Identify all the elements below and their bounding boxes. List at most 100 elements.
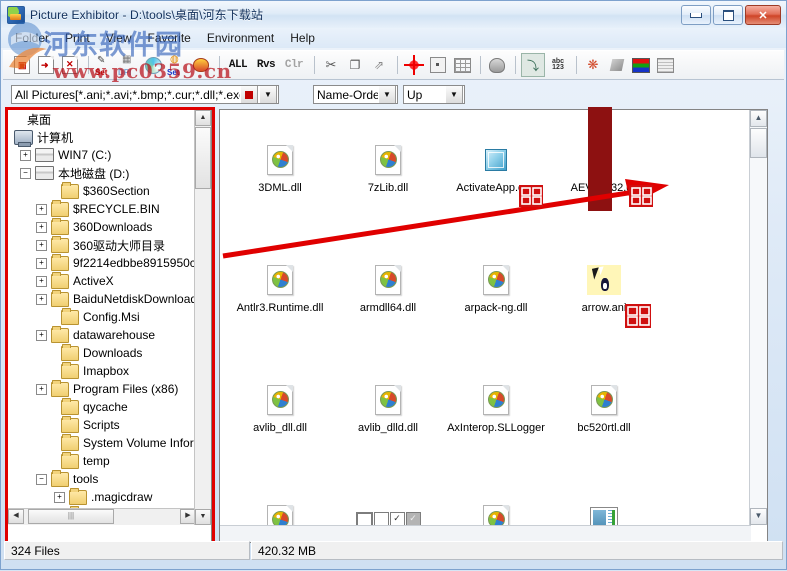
tree-node-win7-c[interactable]: + WIN7 (C:) — [8, 146, 196, 164]
close-image-button[interactable]: ✕ — [59, 54, 81, 76]
select-all-button[interactable]: ALL — [225, 54, 251, 76]
close-button[interactable]: ✕ — [745, 5, 781, 25]
menu-item-print[interactable]: Print — [57, 29, 98, 47]
file-filter-stop-button[interactable] — [240, 85, 258, 104]
folder-tree[interactable]: 桌面 计算机 + WIN7 (C:) − 本地磁盘 (D:) $360Secti… — [8, 110, 196, 525]
rgb-button[interactable] — [630, 54, 652, 76]
file-scroll-up-button[interactable]: ▲ — [750, 110, 767, 127]
reverse-select-button[interactable]: Rvs — [253, 54, 279, 76]
open-image-button[interactable]: ▣ — [11, 54, 33, 76]
clear-select-button[interactable]: Clr — [281, 54, 307, 76]
tree-horizontal-scrollbar[interactable]: ◀ ||| ▶ — [8, 508, 196, 525]
file-item[interactable]: avlib_dlld.dll — [334, 378, 442, 434]
file-scroll-down-button[interactable]: ▼ — [750, 508, 767, 525]
file-list-panel[interactable]: 3DML.dll 7zLib.dll ActivateApp.exe AEVIS… — [219, 109, 768, 543]
tree-node-program-files-x86[interactable]: + Program Files (x86) — [8, 380, 196, 398]
minimize-button[interactable] — [681, 5, 711, 25]
tree-node-config-msi[interactable]: Config.Msi — [8, 308, 196, 326]
tree-node-system-volume-information[interactable]: System Volume Information — [8, 434, 196, 452]
file-item[interactable]: arpack-ng.dll — [442, 258, 550, 314]
file-item[interactable]: AxInterop.SLLogger — [442, 378, 550, 434]
tree-expander-icon[interactable]: − — [36, 474, 47, 485]
bulb-button[interactable] — [190, 54, 212, 76]
center-button[interactable] — [427, 54, 449, 76]
tree-expander-icon[interactable]: + — [20, 150, 31, 161]
file-vscroll-thumb[interactable] — [750, 128, 767, 158]
menu-item-environment[interactable]: Environment — [199, 29, 282, 47]
file-item[interactable]: bc520rtl.dll — [550, 378, 658, 434]
tree-expander-icon[interactable]: + — [36, 258, 47, 269]
file-item[interactable]: arrow.ani — [550, 258, 658, 314]
file-item[interactable]: armdll64.dll — [334, 258, 442, 314]
file-filter-combo[interactable]: All Pictures[*.ani;*.avi;*.bmp;*.cur;*.d… — [11, 85, 279, 104]
tree-node-computer[interactable]: 计算机 — [8, 128, 196, 146]
mask-button[interactable] — [486, 54, 508, 76]
tree-vscroll-thumb[interactable] — [195, 127, 211, 189]
tree-node-activex[interactable]: + ActiveX — [8, 272, 196, 290]
sort-order-combo[interactable]: Name-Order ▼ — [313, 85, 398, 104]
tree-node-temp[interactable]: temp — [8, 452, 196, 470]
menu-item-favorite[interactable]: Favorite — [140, 29, 199, 47]
file-filter-dropdown-arrow[interactable]: ▼ — [259, 85, 277, 104]
brightness-button[interactable] — [403, 54, 425, 76]
file-pane-horizontal-scrollbar[interactable] — [220, 525, 751, 542]
numbering-button[interactable]: abc123 — [547, 54, 569, 76]
tree-hscroll-thumb[interactable]: ||| — [28, 509, 114, 524]
effects-button[interactable]: ❋ — [582, 54, 604, 76]
tree-node-tools[interactable]: − tools — [8, 470, 196, 488]
shadow-button[interactable] — [606, 54, 628, 76]
tree-node-scripts[interactable]: Scripts — [8, 416, 196, 434]
copy-button[interactable]: ❐ — [344, 54, 366, 76]
menu-item-help[interactable]: Help — [282, 29, 323, 47]
tree-scroll-down-button[interactable]: ▼ — [195, 509, 211, 525]
tree-expander-icon[interactable]: + — [36, 384, 47, 395]
tile-button[interactable] — [451, 54, 473, 76]
tree-node-downloads[interactable]: Downloads — [8, 344, 196, 362]
tree-node-360downloads[interactable]: + 360Downloads — [8, 218, 196, 236]
file-item[interactable]: avlib_dll.dll — [226, 378, 334, 434]
sort-order-dropdown-arrow[interactable]: ▼ — [378, 85, 396, 104]
sort-direction-dropdown-arrow[interactable]: ▼ — [445, 85, 463, 104]
save-image-button[interactable]: ➜ — [35, 54, 57, 76]
tree-node-imapbox[interactable]: Imapbox — [8, 362, 196, 380]
menu-item-folder[interactable]: Folder — [7, 29, 57, 47]
thumbnail-button[interactable] — [654, 54, 676, 76]
cut-button[interactable]: ✂ — [320, 54, 342, 76]
tree-node-9f2214edbbe8915950c0[interactable]: + 9f2214edbbe8915950c0 — [8, 254, 196, 272]
tree-vertical-scrollbar[interactable]: ▲ ▼ — [194, 110, 211, 525]
tree-expander-icon[interactable]: + — [36, 330, 47, 341]
maximize-button[interactable] — [713, 5, 743, 25]
tree-scroll-up-button[interactable]: ▲ — [195, 110, 211, 126]
tree-expander-icon[interactable]: + — [36, 294, 47, 305]
tree-expander-icon[interactable]: − — [20, 168, 31, 179]
paste-button[interactable]: ⇗ — [368, 54, 390, 76]
tree-node-360-driver-dir[interactable]: + 360驱动大师目录 — [8, 236, 196, 254]
tree-expander-icon[interactable]: + — [54, 492, 65, 503]
palette-button[interactable] — [142, 54, 164, 76]
dpi-button[interactable]: ▦ DPI — [118, 54, 140, 76]
set-color-button[interactable]: ◍ Set — [166, 54, 188, 76]
file-item[interactable]: 3DML.dll — [226, 138, 334, 194]
file-item[interactable]: AEVISU32.dll — [550, 138, 658, 194]
tree-node-datawarehouse[interactable]: + datawarehouse — [8, 326, 196, 344]
rename-button[interactable]: ⤵ — [521, 53, 545, 77]
sort-direction-combo[interactable]: Up ▼ — [403, 85, 465, 104]
file-item[interactable]: 7zLib.dll — [334, 138, 442, 194]
folder-tree-panel[interactable]: 桌面 计算机 + WIN7 (C:) − 本地磁盘 (D:) $360Secti… — [7, 109, 212, 543]
set-button[interactable]: ✎ Set — [94, 54, 116, 76]
file-pane-vertical-scrollbar[interactable]: ▲ ▼ — [749, 110, 767, 525]
file-item[interactable]: ActivateApp.exe — [442, 138, 550, 194]
menu-item-view[interactable]: View — [98, 29, 140, 47]
tree-expander-icon[interactable]: + — [36, 240, 47, 251]
tree-node-desktop[interactable]: 桌面 — [8, 110, 196, 128]
tree-expander-icon[interactable]: + — [36, 276, 47, 287]
tree-node-baidunetdiskdownload[interactable]: + BaiduNetdiskDownload — [8, 290, 196, 308]
tree-scroll-left-button[interactable]: ◀ — [8, 509, 24, 524]
tree-node-local-disk-d[interactable]: − 本地磁盘 (D:) — [8, 164, 196, 182]
tree-expander-icon[interactable]: + — [36, 204, 47, 215]
tree-node-recycle-bin[interactable]: + $RECYCLE.BIN — [8, 200, 196, 218]
tree-node-360section[interactable]: $360Section — [8, 182, 196, 200]
tree-node-magicdraw[interactable]: + .magicdraw — [8, 488, 196, 506]
tree-expander-icon[interactable]: + — [36, 222, 47, 233]
file-item[interactable]: Antlr3.Runtime.dll — [226, 258, 334, 314]
